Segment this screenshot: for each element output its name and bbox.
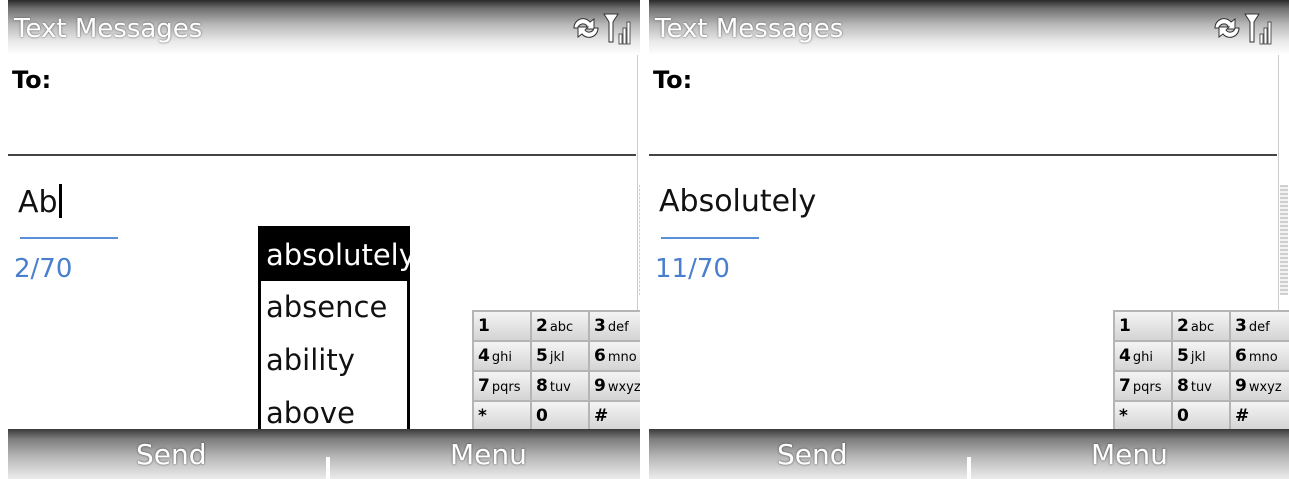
screen-gap	[640, 0, 649, 479]
status-icons	[1214, 13, 1272, 45]
key-2[interactable]: 2 abc	[532, 312, 588, 340]
word-suggestion-list[interactable]: absolutely absence ability above	[258, 226, 416, 442]
key-9[interactable]: 9 wxyz	[1231, 372, 1289, 400]
scrollbar-thumb[interactable]	[1280, 185, 1288, 295]
signal-strength-icon	[1244, 13, 1272, 45]
message-text: Ab	[18, 185, 58, 220]
key-2[interactable]: 2 abc	[1173, 312, 1229, 340]
title-bar: Text Messages	[8, 0, 648, 55]
key-5[interactable]: 5 jkl	[1173, 342, 1229, 370]
screen-compose-typing: Text Messages To: Ab 2/70 absolutely abs…	[8, 0, 648, 479]
app-title: Text Messages	[655, 14, 844, 44]
key-0[interactable]: 0	[1173, 402, 1229, 430]
input-underline	[661, 237, 759, 239]
onscreen-keypad[interactable]: 1 2 abc 3 def 4 ghi 5 jkl 6 mno 7 pqrs 8 tuv 9w…	[472, 310, 648, 430]
screen-compose-completed: Text Messages To: Absolutely 11/70 1 2 ab…	[649, 0, 1289, 479]
to-field-divider	[8, 154, 636, 156]
vertical-scrollbar[interactable]	[1278, 55, 1289, 310]
connectivity-icon	[1214, 18, 1240, 38]
menu-soft-key[interactable]: Menu	[450, 438, 527, 471]
to-field-label[interactable]: To:	[12, 66, 51, 94]
soft-key-bar: Send Menu	[8, 429, 648, 479]
key-4[interactable]: 4 ghi	[1115, 342, 1171, 370]
character-counter: 11/70	[655, 254, 730, 284]
key-3[interactable]: 3 def	[1231, 312, 1289, 340]
soft-key-divider	[326, 457, 330, 479]
key-hash[interactable]: #	[1231, 402, 1289, 430]
key-0[interactable]: 0	[532, 402, 588, 430]
key-6[interactable]: 6 mno	[1231, 342, 1289, 370]
key-7[interactable]: 7 pqrs	[1115, 372, 1171, 400]
key-1[interactable]: 1	[1115, 312, 1171, 340]
character-counter: 2/70	[14, 254, 73, 284]
menu-soft-key[interactable]: Menu	[1091, 438, 1168, 471]
key-1[interactable]: 1	[474, 312, 530, 340]
suggestion-item[interactable]: absence	[261, 281, 407, 334]
input-underline	[20, 237, 118, 239]
onscreen-keypad[interactable]: 1 2 abc 3 def 4 ghi 5 jkl 6 mno 7 pqrs 8 tuv 9w…	[1113, 310, 1289, 430]
message-body-input[interactable]: Absolutely	[659, 184, 816, 219]
key-5[interactable]: 5 jkl	[532, 342, 588, 370]
key-7[interactable]: 7 pqrs	[474, 372, 530, 400]
key-star[interactable]: *	[474, 402, 530, 430]
soft-key-bar: Send Menu	[649, 429, 1289, 479]
signal-strength-icon	[603, 13, 631, 45]
to-field-label[interactable]: To:	[653, 66, 692, 94]
title-bar: Text Messages	[649, 0, 1289, 55]
app-title: Text Messages	[14, 14, 203, 44]
connectivity-icon	[573, 18, 599, 38]
key-4[interactable]: 4 ghi	[474, 342, 530, 370]
to-field-divider	[649, 154, 1277, 156]
message-text: Absolutely	[659, 184, 817, 219]
suggestion-item[interactable]: ability	[261, 334, 407, 387]
send-soft-key[interactable]: Send	[777, 438, 848, 471]
message-body-input[interactable]: Ab	[18, 184, 62, 220]
key-8[interactable]: 8 tuv	[1173, 372, 1229, 400]
suggestion-item-selected[interactable]: absolutely	[261, 229, 416, 281]
soft-key-divider	[967, 457, 971, 479]
status-icons	[573, 13, 631, 45]
key-8[interactable]: 8 tuv	[532, 372, 588, 400]
text-caret	[58, 184, 62, 218]
send-soft-key[interactable]: Send	[136, 438, 207, 471]
key-star[interactable]: *	[1115, 402, 1171, 430]
